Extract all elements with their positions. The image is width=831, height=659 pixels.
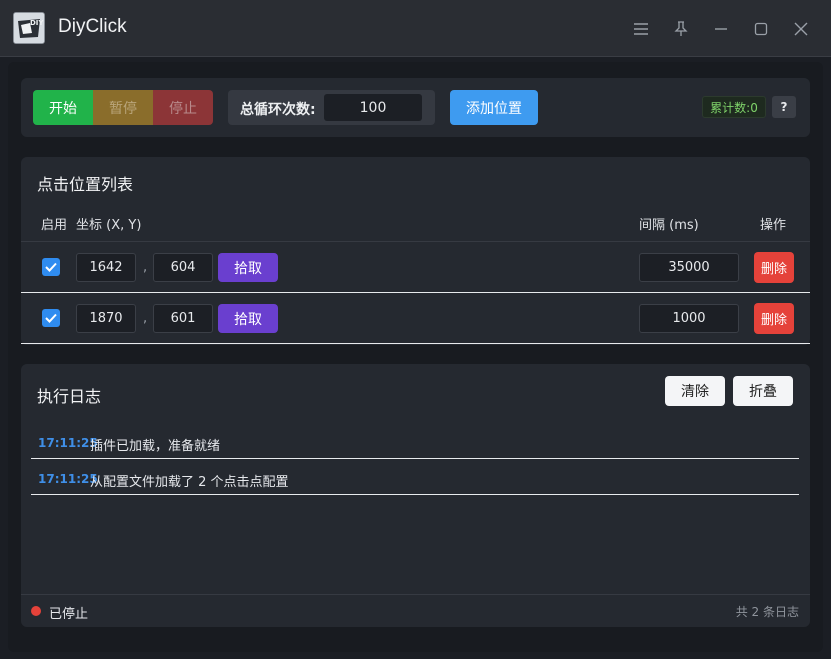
log-divider (31, 494, 799, 495)
log-message: 从配置文件加载了 2 个点击点配置 (90, 475, 289, 490)
app-logo: DIY (13, 12, 45, 44)
log-title: 执行日志 (37, 387, 102, 406)
log-timestamp: 17:11:25 (38, 472, 98, 486)
x-coordinate-input[interactable] (76, 253, 136, 282)
delete-button[interactable]: 删除 (754, 303, 794, 334)
menu-icon[interactable] (628, 16, 654, 42)
header-divider (21, 241, 810, 242)
coord-separator: , (143, 311, 148, 326)
help-button[interactable]: ? (772, 96, 796, 118)
col-enable: 启用 (41, 218, 68, 233)
log-timestamp: 17:11:25 (38, 436, 98, 450)
pin-icon[interactable] (668, 16, 694, 42)
minimize-icon[interactable] (708, 16, 734, 42)
stop-button[interactable]: 停止 (153, 90, 213, 125)
maximize-icon[interactable] (748, 16, 774, 42)
title-bar: DIY DiyClick (0, 0, 831, 57)
close-icon[interactable] (788, 16, 814, 42)
position-list-title: 点击位置列表 (37, 175, 134, 194)
coord-separator: , (143, 260, 148, 275)
checkmark-icon (45, 262, 57, 272)
col-coords: 坐标 (X, Y) (76, 218, 142, 233)
status-text: 已停止 (49, 607, 89, 622)
enable-checkbox[interactable] (42, 309, 60, 327)
col-actions: 操作 (760, 218, 787, 233)
clear-log-button[interactable]: 清除 (665, 376, 725, 406)
delete-button[interactable]: 删除 (754, 252, 794, 283)
start-button[interactable]: 开始 (33, 90, 93, 125)
row-divider (21, 343, 810, 344)
row-divider (21, 292, 810, 293)
log-count: 共 2 条日志 (735, 605, 799, 619)
interval-input[interactable] (639, 253, 739, 282)
status-dot-icon (31, 606, 41, 616)
log-divider (31, 458, 799, 459)
collapse-log-button[interactable]: 折叠 (733, 376, 793, 406)
window-title: DiyClick (58, 16, 127, 37)
col-interval: 间隔 (ms) (639, 218, 699, 233)
pick-button[interactable]: 拾取 (218, 253, 278, 282)
y-coordinate-input[interactable] (153, 304, 213, 333)
pause-button[interactable]: 暂停 (93, 90, 153, 125)
interval-input[interactable] (639, 304, 739, 333)
footer-divider (21, 594, 810, 595)
log-message: 插件已加载，准备就绪 (90, 439, 221, 454)
x-coordinate-input[interactable] (76, 304, 136, 333)
y-coordinate-input[interactable] (153, 253, 213, 282)
enable-checkbox[interactable] (42, 258, 60, 276)
svg-text:DIY: DIY (30, 19, 44, 27)
loop-count-input[interactable] (324, 94, 422, 121)
loop-count-label: 总循环次数: (240, 102, 316, 118)
click-counter-badge: 累计数:0 (702, 96, 766, 118)
pick-button[interactable]: 拾取 (218, 304, 278, 333)
checkmark-icon (45, 313, 57, 323)
add-position-button[interactable]: 添加位置 (450, 90, 538, 125)
